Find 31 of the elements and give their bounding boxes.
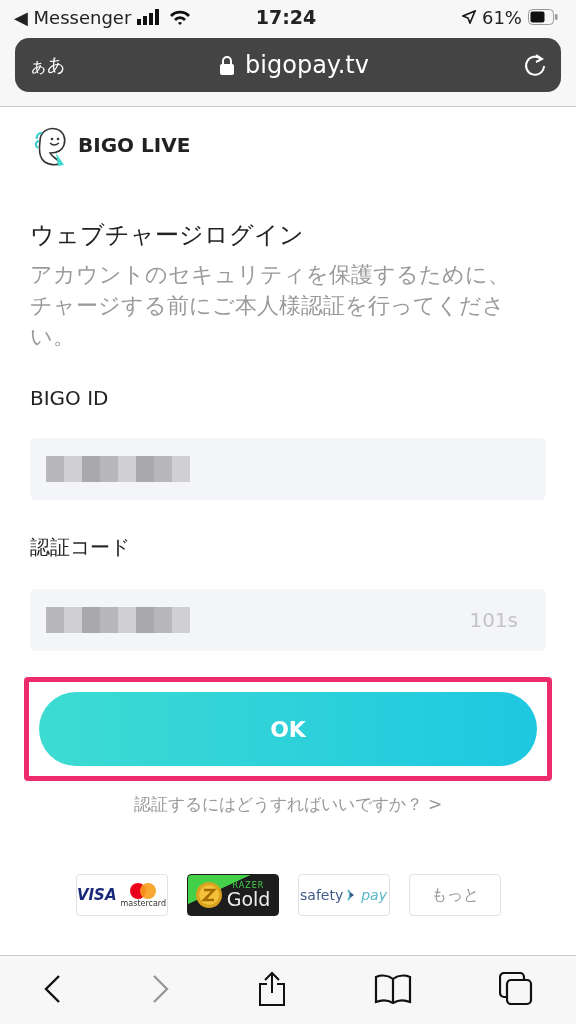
forward-icon[interactable]: [150, 974, 171, 1004]
mastercard-circles-icon: [129, 882, 158, 900]
coin-icon: [194, 881, 223, 909]
reload-icon[interactable]: [523, 53, 547, 77]
description-text: アカウントのセキュリティを保護するために、チャージする前にご本人様認証を行ってください。: [30, 261, 510, 351]
battery-percent: 61%: [481, 6, 522, 28]
book-icon[interactable]: [373, 974, 412, 1004]
lock-icon: [219, 55, 236, 75]
page-title: ウェブチャージログイン: [30, 220, 305, 251]
razer-option[interactable]: RAZER Gold: [186, 874, 279, 916]
clock-time: 17:24: [255, 6, 317, 28]
text-size-button[interactable]: ぁあ: [29, 53, 65, 77]
field-label: 認証コード: [30, 534, 131, 561]
share-icon[interactable]: [257, 971, 287, 1007]
card-payment-option[interactable]: VISA mastercard: [75, 874, 168, 916]
battery-icon: [528, 9, 558, 25]
back-to-app-link[interactable]: ◀ Messenger: [14, 6, 132, 28]
wifi-icon: [169, 9, 192, 25]
razer-label: RAZER: [232, 881, 265, 890]
brand-name: BIGO LIVE: [78, 133, 191, 157]
brand-label: Gold: [226, 889, 271, 909]
location-arrow-icon: [461, 10, 476, 24]
safetypay-option[interactable]: safety pay: [297, 874, 390, 916]
field-label: BIGO ID: [30, 386, 110, 410]
input-field[interactable]: [30, 438, 546, 500]
visa-logo: VISA: [76, 886, 117, 904]
safety-label: safety: [300, 887, 344, 903]
mastercard-logo: mastercard: [120, 900, 167, 908]
url-text[interactable]: bigopay.tv: [245, 51, 369, 79]
tabs-icon[interactable]: [498, 972, 533, 1006]
pay-label: pay: [361, 887, 387, 903]
